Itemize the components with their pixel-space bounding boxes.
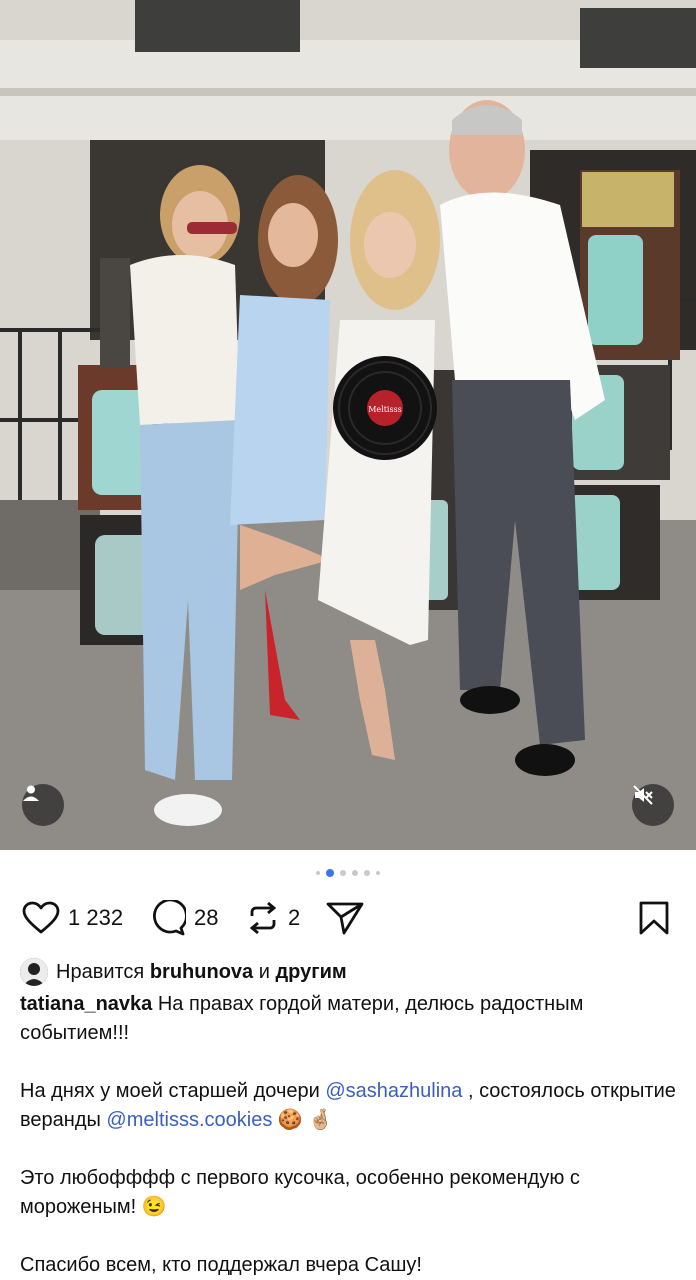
- share-button[interactable]: [326, 896, 364, 940]
- liked-by-conj: и: [258, 960, 270, 983]
- carousel-dot: [364, 870, 370, 876]
- carousel-dot-active: [326, 869, 334, 877]
- caption-paragraph-3: Это любофффф с первого кусочка, особенно…: [20, 1164, 676, 1222]
- avatar[interactable]: [20, 958, 48, 986]
- user-tag-button[interactable]: [22, 784, 64, 826]
- liked-by-others[interactable]: другим: [275, 961, 346, 984]
- likes-count: 1 232: [68, 905, 124, 930]
- caption-p3: Это любофффф с первого кусочка, особенно…: [20, 1167, 580, 1218]
- like-button[interactable]: 1 232: [22, 896, 123, 940]
- bookmark-icon: [639, 901, 669, 935]
- photo-scene: Meltisss: [0, 0, 696, 850]
- caption-paragraph-1: tatiana_navka На правах гордой матери, д…: [20, 990, 676, 1048]
- repost-icon: [249, 901, 277, 935]
- carousel-dot: [340, 870, 346, 876]
- send-icon: [326, 902, 364, 935]
- repost-button[interactable]: 2: [246, 896, 300, 940]
- reposts-count: 2: [288, 905, 301, 930]
- mute-button[interactable]: [632, 784, 674, 826]
- heart-icon: [22, 901, 60, 934]
- mention-meltisss[interactable]: @meltisss.cookies: [106, 1109, 272, 1131]
- comments-count: 28: [194, 905, 219, 930]
- carousel-dot: [376, 871, 380, 875]
- speaker-muted-icon: [633, 785, 653, 805]
- record-label-text: Meltisss: [368, 405, 402, 414]
- crossed-fingers-emoji: 🤞🏼: [308, 1109, 334, 1131]
- caption-username[interactable]: tatiana_navka: [20, 993, 152, 1015]
- cookie-emoji: 🍪: [277, 1109, 303, 1131]
- caption-paragraph-4: Спасибо всем, кто поддержал вчера Сашу!: [20, 1251, 676, 1280]
- save-button[interactable]: [638, 896, 670, 940]
- caption-p4: Спасибо всем, кто поддержал вчера Сашу!: [20, 1254, 422, 1276]
- carousel-indicator: [0, 850, 696, 896]
- caption-p2a: На днях у моей старшей дочери: [20, 1080, 320, 1102]
- caption-paragraph-2: На днях у моей старшей дочери @sashazhul…: [20, 1077, 676, 1135]
- post-caption: tatiana_navka На правах гордой матери, д…: [0, 990, 696, 1280]
- avatar-image: [20, 958, 48, 986]
- liked-by-prefix: Нравится: [56, 960, 145, 983]
- mention-sashazhulina[interactable]: @sashazhulina: [325, 1080, 462, 1102]
- liked-by-user[interactable]: bruhunova: [150, 961, 253, 984]
- carousel-dot: [316, 871, 320, 875]
- action-bar: 1 232 28 2: [0, 896, 696, 954]
- user-tag-icon: [23, 785, 39, 801]
- post-photo[interactable]: Meltisss: [0, 0, 696, 850]
- liked-by-row[interactable]: Нравится bruhunova и другим: [0, 954, 696, 990]
- comment-icon: [153, 900, 186, 936]
- carousel-dot: [352, 870, 358, 876]
- wink-emoji: 😉: [141, 1196, 167, 1218]
- comment-button[interactable]: 28: [150, 896, 218, 940]
